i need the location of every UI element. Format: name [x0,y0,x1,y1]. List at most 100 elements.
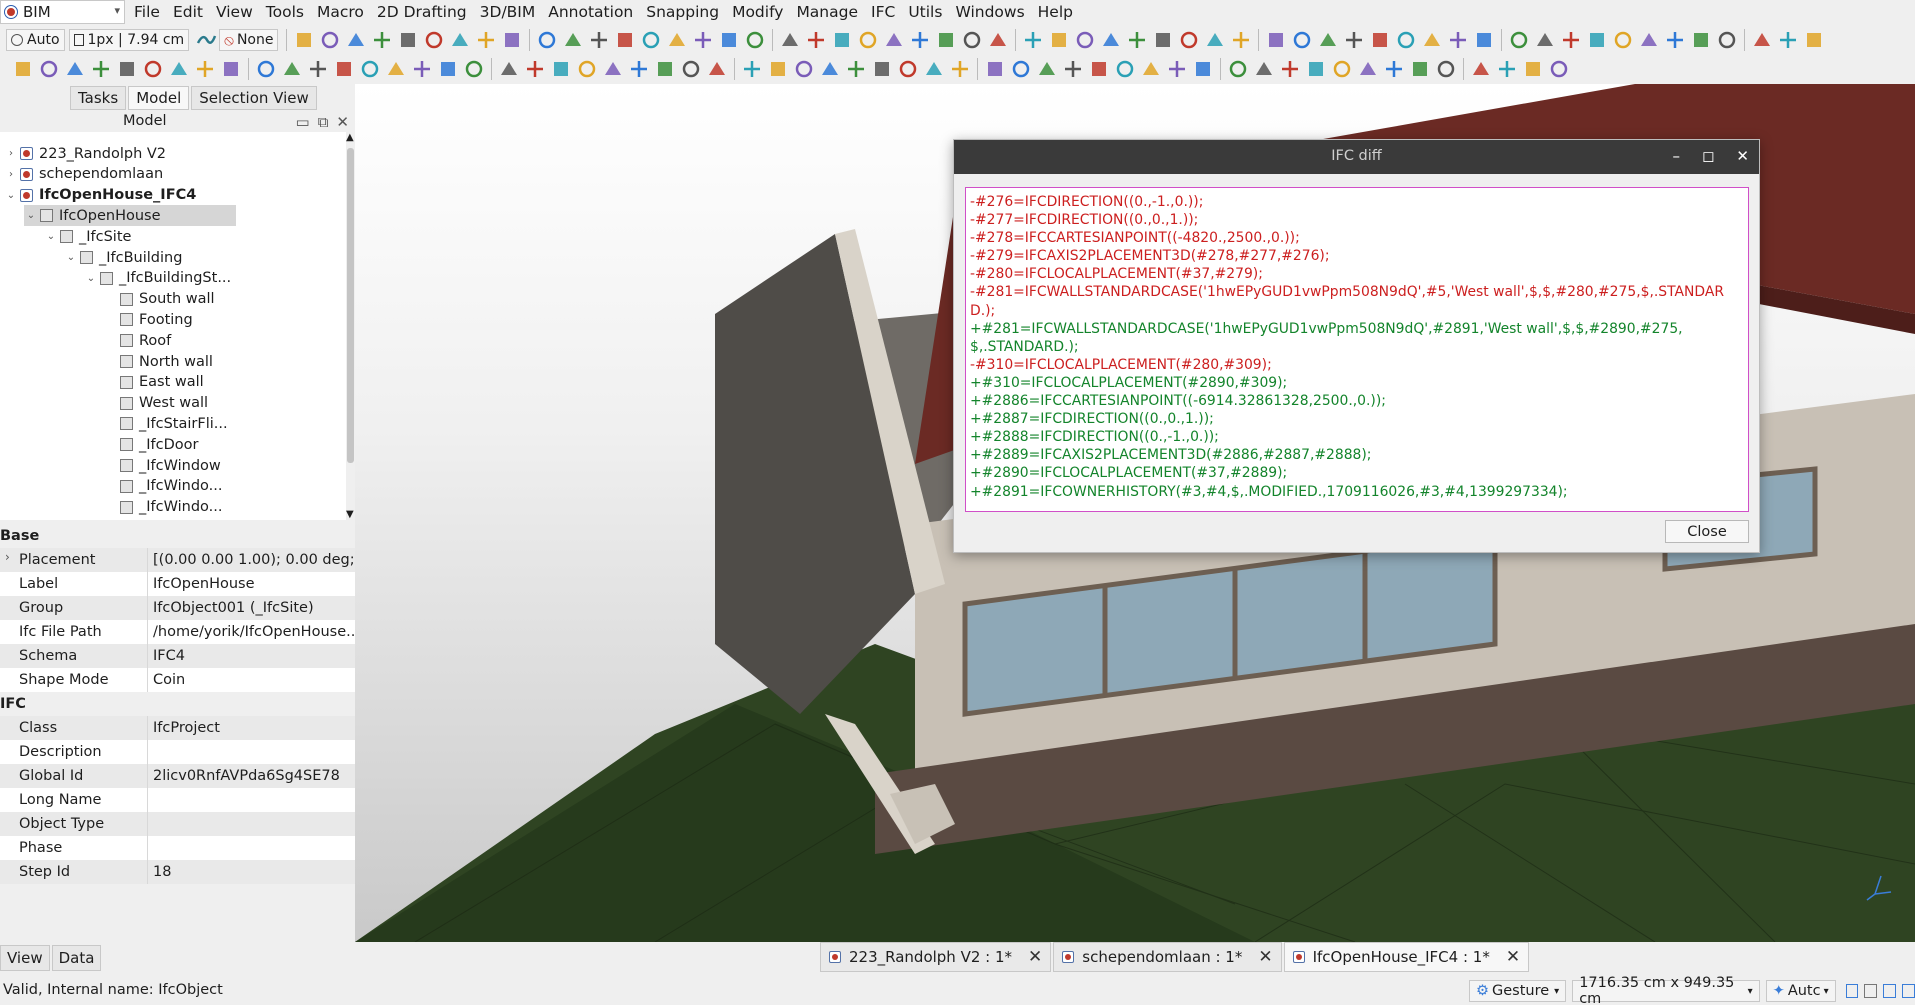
tab-selection-view[interactable]: Selection View [191,86,317,110]
toolbar1-tool-9-icon[interactable] [501,29,523,51]
view-icon-2[interactable] [1864,984,1878,998]
toolbar1-tool-20-icon[interactable] [805,29,827,51]
toolbar2-tool-53-icon[interactable] [1409,58,1431,80]
tab-data[interactable]: Data [51,945,102,971]
menu-macro[interactable]: Macro [317,3,364,21]
toolbar2-tool-4-icon[interactable] [90,58,112,80]
float-icon[interactable]: ⧉ [318,113,329,131]
toolbar1-tool-23-icon[interactable] [883,29,905,51]
toolbar1-tool-41-icon[interactable] [1369,29,1391,51]
toolbar2-tool-41-icon[interactable] [1088,58,1110,80]
toolbar2-tool-18-icon[interactable] [463,58,485,80]
tab-view[interactable]: View [0,945,50,971]
toolbar2-tool-55-icon[interactable] [1470,58,1492,80]
tab-model[interactable]: Model [128,86,190,110]
toolbar1-tool-38-icon[interactable] [1291,29,1313,51]
toolbar2-tool-43-icon[interactable] [1140,58,1162,80]
tree-item[interactable]: North wall [104,351,213,372]
toolbar2-tool-10-icon[interactable] [255,58,277,80]
menu-2d-drafting[interactable]: 2D Drafting [377,3,467,21]
close-tab-icon[interactable]: ✕ [1258,947,1272,967]
tree-item[interactable]: › schependomlaan [4,164,163,185]
toolbar1-tool-46-icon[interactable] [1508,29,1530,51]
toolbar2-tool-30-icon[interactable] [793,58,815,80]
toolbar1-tool-54-icon[interactable] [1716,29,1738,51]
toolbar2-tool-34-icon[interactable] [897,58,919,80]
tree-item[interactable]: ⌄ _IfcBuildingSt... [84,268,231,289]
toolbar1-tool-42-icon[interactable] [1395,29,1417,51]
expander-icon[interactable]: › [4,148,18,159]
dialog-titlebar[interactable]: IFC diff – ◻ ✕ [954,140,1759,174]
toolbar2-tool-2-icon[interactable] [38,58,60,80]
property-value[interactable]: IfcProject [148,716,355,740]
none-style-button[interactable]: ⦸ None [219,28,279,51]
toolbar1-tool-2-icon[interactable] [319,29,341,51]
toolbar1-tool-15-icon[interactable] [666,29,688,51]
toolbar1-tool-18-icon[interactable] [744,29,766,51]
toolbar2-tool-15-icon[interactable] [385,58,407,80]
toolbar2-tool-17-icon[interactable] [437,58,459,80]
snap-toggle-icon[interactable] [195,29,217,51]
property-value[interactable]: 2licv0RnfAVPda6Sg4SE78 [148,764,355,788]
toolbar1-tool-53-icon[interactable] [1690,29,1712,51]
toolbar1-tool-8-icon[interactable] [475,29,497,51]
tree-item[interactable]: _IfcWindo... [104,476,223,497]
close-icon[interactable]: ✕ [1736,147,1749,165]
toolbar2-tool-37-icon[interactable] [984,58,1006,80]
maximize-icon[interactable]: ◻ [1702,147,1714,165]
property-row[interactable]: Group IfcObject001 (_IfcSite) [0,596,355,620]
toolbar2-tool-36-icon[interactable] [949,58,971,80]
toolbar2-tool-47-icon[interactable] [1253,58,1275,80]
toolbar2-tool-3-icon[interactable] [64,58,86,80]
tree-item[interactable]: _IfcWindow [104,455,221,476]
toolbar2-tool-46-icon[interactable] [1227,58,1249,80]
menu-snapping[interactable]: Snapping [646,3,719,21]
toolbar2-tool-49-icon[interactable] [1305,58,1327,80]
toolbar2-tool-1-icon[interactable] [12,58,34,80]
property-row[interactable]: Description [0,740,355,764]
toolbar1-tool-5-icon[interactable] [397,29,419,51]
toolbar1-tool-13-icon[interactable] [614,29,636,51]
property-value[interactable]: Coin [148,668,355,692]
toolbar2-tool-24-icon[interactable] [628,58,650,80]
property-row[interactable]: Phase [0,836,355,860]
toolbar1-tool-21-icon[interactable] [831,29,853,51]
tree-item[interactable]: ⌄ _IfcSite [44,226,132,247]
menu-ifc[interactable]: IFC [871,3,895,21]
property-row[interactable]: Shape Mode Coin [0,668,355,692]
toolbar1-tool-22-icon[interactable] [857,29,879,51]
close-button[interactable]: Close [1665,520,1749,543]
toolbar2-tool-21-icon[interactable] [550,58,572,80]
toolbar2-tool-57-icon[interactable] [1522,58,1544,80]
property-row[interactable]: Step Id 18 [0,860,355,884]
toolbar2-tool-45-icon[interactable] [1192,58,1214,80]
scroll-up-icon[interactable]: ▲ [346,132,354,143]
toolbar2-tool-32-icon[interactable] [845,58,867,80]
toolbar1-tool-48-icon[interactable] [1560,29,1582,51]
toolbar1-tool-32-icon[interactable] [1126,29,1148,51]
toolbar2-tool-13-icon[interactable] [333,58,355,80]
toolbar1-tool-14-icon[interactable] [640,29,662,51]
toolbar1-tool-50-icon[interactable] [1612,29,1634,51]
toolbar1-tool-7-icon[interactable] [449,29,471,51]
toolbar1-tool-26-icon[interactable] [961,29,983,51]
menu-file[interactable]: File [134,3,160,21]
diff-text-area[interactable]: -#276=IFCDIRECTION((0.,-1.,0.)); -#277=IF… [965,187,1749,512]
toolbar2-tool-39-icon[interactable] [1036,58,1058,80]
toolbar2-tool-20-icon[interactable] [524,58,546,80]
toolbar2-tool-5-icon[interactable] [116,58,138,80]
units-button[interactable]: ✦ Autc ▾ [1765,980,1836,1002]
navigation-style-button[interactable]: ⚙ Gesture ▾ [1469,980,1567,1002]
property-row[interactable]: Global Id 2licv0RnfAVPda6Sg4SE78 [0,764,355,788]
property-value[interactable]: [(0.00 0.00 1.00); 0.00 deg;... [148,548,355,572]
toolbar1-tool-12-icon[interactable] [588,29,610,51]
toolbar2-tool-58-icon[interactable] [1548,58,1570,80]
toolbar1-tool-31-icon[interactable] [1100,29,1122,51]
workbench-selector[interactable]: BIM ▾ [0,0,125,24]
document-tab[interactable]: 223_Randolph V2 : 1* ✕ [820,942,1052,972]
scroll-down-icon[interactable]: ▼ [346,509,354,520]
property-value[interactable] [148,788,355,812]
property-value[interactable]: 18 [148,860,355,884]
menu-modify[interactable]: Modify [732,3,783,21]
toolbar2-tool-48-icon[interactable] [1279,58,1301,80]
